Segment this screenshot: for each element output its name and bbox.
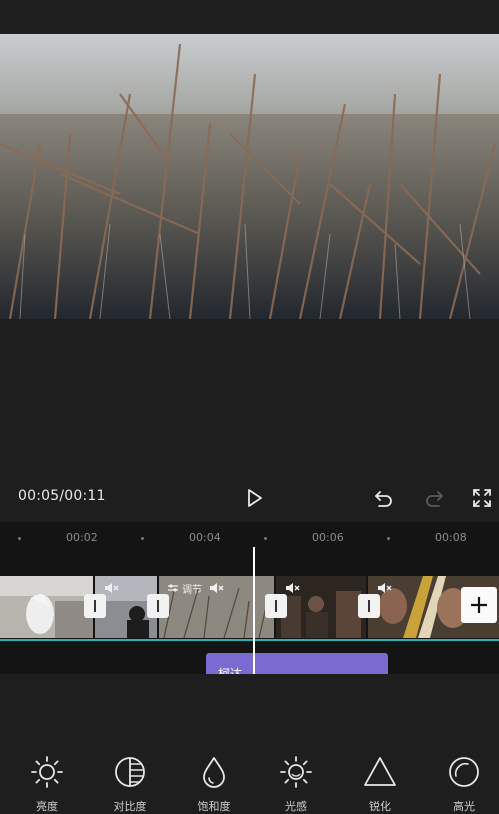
video-clip-horse[interactable] (0, 576, 93, 638)
tool-saturation[interactable]: 饱和度 (184, 754, 244, 813)
transition-icon (275, 600, 277, 612)
player-controls: 00:05/00:11 (0, 478, 499, 518)
tool-label: 锐化 (369, 800, 391, 813)
ruler-dot (387, 537, 390, 540)
transition-button[interactable] (358, 594, 380, 618)
adjust-toolbar: 亮度 对比度 饱和度 光感 锐化 高光 (0, 674, 499, 813)
redo-button[interactable] (420, 484, 448, 512)
total-time: 00:11 (64, 488, 106, 504)
contrast-icon (115, 757, 145, 787)
playhead[interactable] (253, 547, 255, 674)
transition-icon (368, 600, 370, 612)
tool-label: 对比度 (113, 800, 147, 813)
video-preview[interactable] (0, 34, 499, 319)
canvas-area (0, 319, 499, 484)
transition-button[interactable] (84, 594, 106, 618)
transition-icon (94, 600, 96, 612)
fullscreen-icon (473, 489, 491, 507)
transition-button[interactable] (265, 594, 287, 618)
timeline[interactable]: 00:02 00:04 00:06 00:08 调节 (0, 522, 499, 681)
preview-frame-image (0, 34, 499, 319)
track-underline (0, 639, 499, 641)
mute-icon[interactable] (209, 582, 225, 594)
redo-icon (426, 491, 443, 507)
current-time: 00:05 (18, 488, 60, 504)
add-clip-button[interactable] (461, 587, 497, 623)
tool-label: 光感 (285, 800, 307, 813)
video-track: 调节 (0, 576, 499, 638)
mute-icon[interactable] (104, 582, 120, 594)
tool-label: 高光 (453, 800, 475, 813)
brightness-icon (31, 756, 63, 788)
tool-exposure[interactable]: 光感 (266, 754, 326, 813)
ruler-tick: 00:04 (189, 531, 221, 544)
adjust-tag-label: 调节 (182, 584, 202, 596)
mute-icon[interactable] (285, 582, 301, 594)
tool-sharpen[interactable]: 锐化 (350, 754, 410, 813)
tool-label: 饱和度 (197, 800, 231, 813)
adjust-tag[interactable]: 调节 (167, 579, 202, 597)
playback-time: 00:05/00:11 (18, 488, 106, 504)
play-icon (248, 489, 262, 507)
clip-thumbnail (0, 576, 93, 638)
ruler-dot (264, 537, 267, 540)
ruler-dot (18, 537, 21, 540)
tool-contrast[interactable]: 对比度 (100, 754, 160, 813)
saturation-icon (203, 757, 225, 788)
tool-label: 亮度 (36, 800, 58, 813)
ruler-tick: 00:06 (312, 531, 344, 544)
ruler-tick: 00:08 (435, 531, 467, 544)
mute-icon[interactable] (377, 582, 393, 594)
adjust-icon (168, 584, 178, 592)
status-bar (0, 0, 499, 34)
fullscreen-button[interactable] (468, 484, 496, 512)
time-ruler: 00:02 00:04 00:06 00:08 (0, 522, 499, 552)
transition-button[interactable] (147, 594, 169, 618)
exposure-icon (280, 756, 312, 788)
sharpen-icon (364, 757, 396, 786)
tool-highlight[interactable]: 高光 (434, 754, 494, 813)
plus-icon (471, 597, 487, 613)
tool-brightness[interactable]: 亮度 (17, 754, 77, 813)
transition-icon (157, 600, 159, 612)
undo-icon (375, 491, 392, 507)
play-button[interactable] (240, 484, 268, 512)
undo-button[interactable] (370, 484, 398, 512)
highlight-icon (449, 757, 479, 787)
ruler-tick: 00:02 (66, 531, 98, 544)
ruler-dot (141, 537, 144, 540)
